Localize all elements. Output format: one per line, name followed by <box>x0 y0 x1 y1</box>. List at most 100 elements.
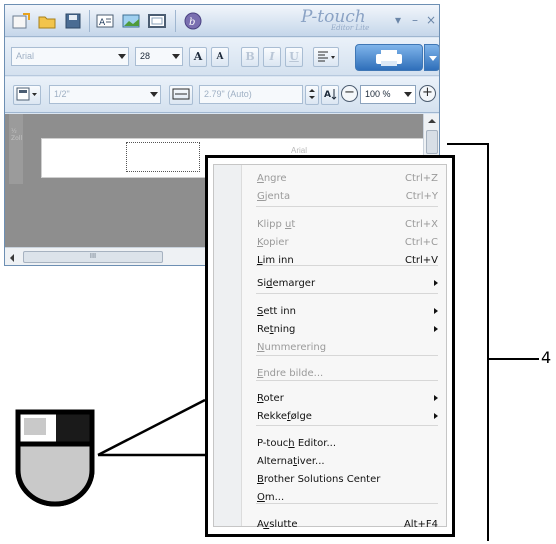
length-spinner[interactable] <box>305 85 319 105</box>
image-icon[interactable] <box>121 11 141 31</box>
scroll-left-icon[interactable] <box>10 254 14 262</box>
zoom-select[interactable]: 100 % <box>360 85 416 104</box>
zoom-out-button[interactable]: − <box>341 85 358 102</box>
open-folder-icon[interactable] <box>37 11 57 31</box>
new-file-icon[interactable] <box>11 11 31 31</box>
length-mode-button[interactable] <box>169 85 193 105</box>
auto-fit-button[interactable]: A <box>321 85 339 105</box>
menu-item-label: Kopier <box>257 237 289 248</box>
tape-width-value: 1/2" <box>54 89 70 99</box>
menu-item[interactable]: Alternativer... <box>257 453 440 470</box>
italic-label: I <box>269 50 275 63</box>
menu-item-label: Gjenta <box>257 191 291 202</box>
chevron-down-icon <box>172 54 180 59</box>
menu-item-shortcut: Ctrl+Z <box>404 173 438 184</box>
canvas-ghost-text: Arial <box>291 146 308 155</box>
font-size-select[interactable]: 28 <box>135 47 183 66</box>
menu-item-shortcut: Ctrl+Y <box>405 191 438 202</box>
menu-item: Nummerering <box>257 339 440 356</box>
menu-item-label: Alternativer... <box>257 456 325 467</box>
grow-font-button[interactable]: A <box>189 47 207 67</box>
submenu-arrow-icon <box>434 308 438 314</box>
zoom-in-button[interactable]: + <box>419 85 436 102</box>
formatting-toolbar: Arial 28 A A B I U <box>5 38 439 76</box>
font-name-select[interactable]: Arial <box>11 47 129 66</box>
menu-item[interactable]: Sidemarger <box>257 275 440 292</box>
menu-item-label: Roter <box>257 393 284 404</box>
bracket-top <box>447 143 489 145</box>
menu-item-shortcut: Ctrl+X <box>404 219 438 230</box>
divider <box>175 10 176 32</box>
tape-length-field[interactable]: 2.79" (Auto) <box>199 85 303 104</box>
menu-item[interactable]: Roter <box>257 390 440 407</box>
tape-ruler-text: ½ Zoll <box>11 128 23 142</box>
window-menu-button[interactable]: ▾ <box>390 12 406 28</box>
shrink-font-label: A <box>216 52 224 62</box>
submenu-arrow-icon <box>434 280 438 286</box>
bracket-vertical <box>487 143 489 541</box>
frame-icon[interactable] <box>147 11 167 31</box>
tape-ruler: ½ Zoll <box>9 114 23 184</box>
grow-font-label: A <box>193 50 203 63</box>
shrink-font-button[interactable]: A <box>211 47 229 67</box>
save-icon[interactable] <box>63 11 83 31</box>
tape-orientation-icon <box>16 87 37 101</box>
scroll-up-icon[interactable] <box>428 119 436 123</box>
tape-length-value: 2.79" (Auto) <box>204 89 252 99</box>
menu-item[interactable]: Avslutte Alt+F4 <box>257 516 440 533</box>
bold-button[interactable]: B <box>241 47 259 67</box>
context-menu: Angre Ctrl+Z Gjenta Ctrl+Y Klipp ut Ctrl+X Kop… <box>213 164 447 530</box>
menu-separator <box>256 425 438 426</box>
close-button[interactable]: × <box>423 12 439 28</box>
chevron-down-icon <box>118 54 126 59</box>
menu-separator <box>256 380 438 381</box>
menu-item[interactable]: Rekkefølge <box>257 408 440 425</box>
menu-item-label: Brother Solutions Center <box>257 474 381 485</box>
menu-item-shortcut: Ctrl+V <box>404 255 438 266</box>
menu-item-label: Avslutte <box>257 519 298 530</box>
chevron-down-icon <box>404 92 412 97</box>
menu-item-label: Angre <box>257 173 287 184</box>
menu-item[interactable]: Lim inn Ctrl+V <box>257 252 440 269</box>
menu-item: Klipp ut Ctrl+X <box>257 216 440 233</box>
underline-label: U <box>289 50 299 63</box>
menu-item[interactable]: Brother Solutions Center <box>257 471 440 488</box>
menu-item: Kopier Ctrl+C <box>257 234 440 251</box>
menu-separator <box>256 503 438 504</box>
brother-logo-icon[interactable]: b <box>183 11 203 31</box>
text-object-selection[interactable] <box>126 142 200 172</box>
menu-item[interactable]: Sett inn <box>257 303 440 320</box>
text-icon[interactable]: A <box>95 11 115 31</box>
menu-item-label: P-touch Editor... <box>257 438 337 449</box>
chevron-down-icon <box>429 56 437 61</box>
underline-button[interactable]: U <box>285 47 303 67</box>
mouse-right-click-icon <box>15 409 95 507</box>
align-button[interactable] <box>313 47 339 67</box>
font-size-value: 28 <box>140 51 151 61</box>
horizontal-scroll-thumb[interactable]: III <box>23 251 163 263</box>
print-button[interactable] <box>355 44 423 71</box>
menu-separator <box>256 293 438 294</box>
title-bar: A b P-touch Editor Lite ▾ – × <box>5 5 439 37</box>
context-menu-callout: Angre Ctrl+Z Gjenta Ctrl+Y Klipp ut Ctrl+X Kop… <box>205 155 455 537</box>
tape-width-select[interactable]: 1/2" <box>49 85 161 104</box>
menu-item: Gjenta Ctrl+Y <box>257 188 440 205</box>
vertical-scroll-thumb[interactable] <box>426 130 438 154</box>
layout-toolbar: 1/2" 2.79" (Auto) A 100 % − + <box>5 77 439 113</box>
menu-item-label: Sidemarger <box>257 278 316 289</box>
printer-icon <box>376 50 402 66</box>
menu-item[interactable]: Retning <box>257 321 440 338</box>
app-logo: P-touch Editor Lite <box>297 7 385 35</box>
print-options-button[interactable] <box>424 44 439 71</box>
menu-icon-column <box>214 165 242 526</box>
font-name-value: Arial <box>16 51 35 61</box>
menu-item: Angre Ctrl+Z <box>257 170 440 187</box>
spinner-arrows-icon <box>309 89 315 99</box>
italic-button[interactable]: I <box>263 47 281 67</box>
menu-item-shortcut: Alt+F4 <box>403 519 438 530</box>
tape-orientation-button[interactable] <box>13 85 41 105</box>
svg-text:A: A <box>324 90 331 100</box>
minimize-button[interactable]: – <box>407 12 423 28</box>
menu-item[interactable]: P-touch Editor... <box>257 435 440 452</box>
bold-label: B <box>245 50 255 63</box>
